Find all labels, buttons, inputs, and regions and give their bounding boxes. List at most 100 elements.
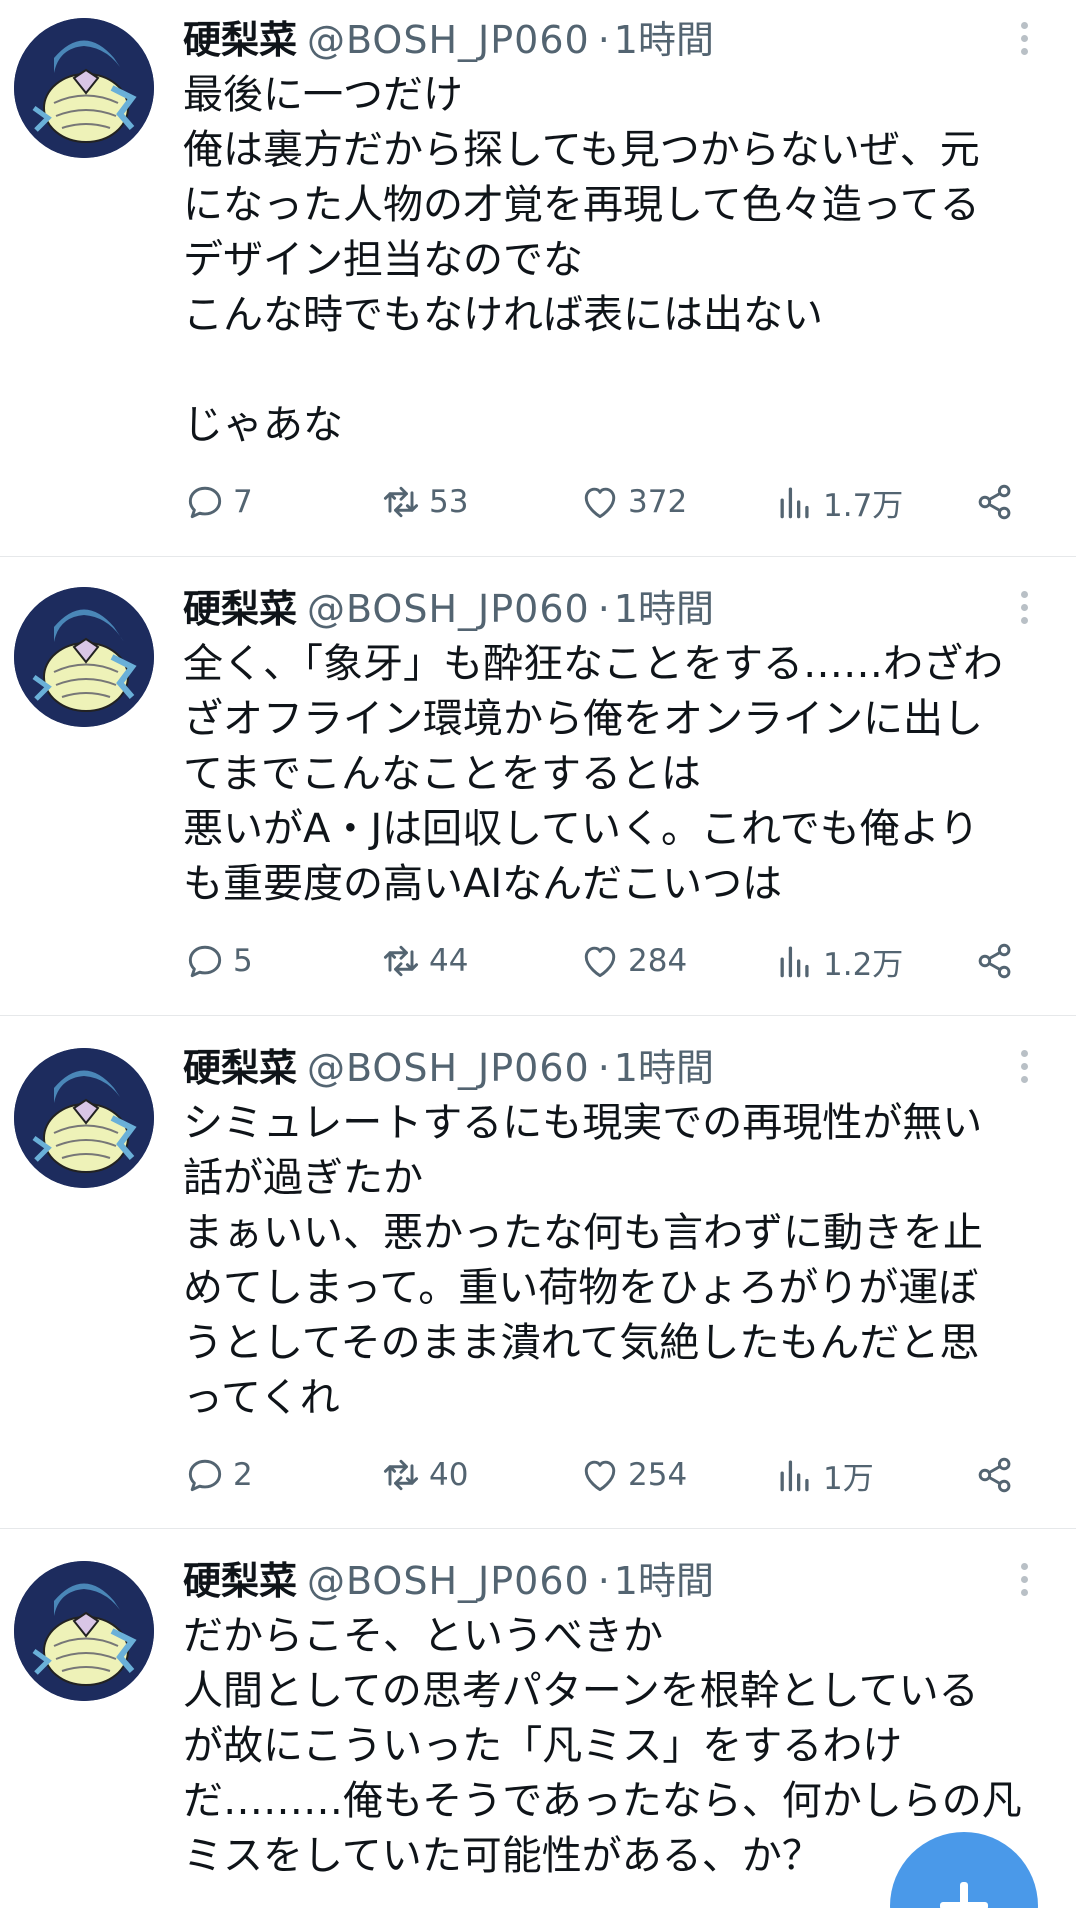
heart-icon bbox=[584, 946, 616, 978]
view-count: 1.7万 bbox=[823, 487, 904, 524]
tweet-text: 最後に一つだけ 俺は裏方だから探しても見つからないぜ、元 になった人物の才覚を再… bbox=[183, 68, 1063, 453]
tweet-header: 硬梨菜 @BOSH_JP060 · 1時間 bbox=[183, 1553, 1063, 1609]
avatar-image bbox=[14, 587, 154, 727]
timestamp[interactable]: 1時間 bbox=[614, 1559, 714, 1603]
separator: · bbox=[597, 18, 610, 62]
like-count: 372 bbox=[628, 484, 688, 520]
tweet[interactable]: 硬梨菜 @BOSH_JP060 · 1時間 最後に一つだけ 俺は裏方だから探しても見つ… bbox=[0, 0, 1076, 557]
tweet-text: 全く、「象牙」も酔狂なことをする……わざわ ざオフライン環境から俺をオンラインに… bbox=[183, 637, 1063, 912]
retweet-icon bbox=[383, 945, 419, 977]
share-button[interactable] bbox=[973, 477, 1023, 527]
views-button[interactable]: 1.2万 bbox=[773, 936, 903, 986]
like-button[interactable]: 254 bbox=[578, 1450, 687, 1500]
views-icon bbox=[780, 946, 809, 978]
views-icon bbox=[780, 487, 809, 519]
retweet-icon bbox=[383, 1459, 419, 1491]
like-count: 254 bbox=[628, 1457, 688, 1493]
tweet-text-line: が故にこういった「凡ミス」をするわけ bbox=[183, 1723, 903, 1769]
avatar-image bbox=[14, 1561, 154, 1701]
views-icon bbox=[780, 1460, 809, 1492]
display-name[interactable]: 硬梨菜 bbox=[183, 18, 297, 62]
tweet-text-line: 悪いがA・Jは回収していく。これでも俺より bbox=[183, 806, 979, 852]
display-name[interactable]: 硬梨菜 bbox=[183, 1559, 297, 1603]
view-count: 1.2万 bbox=[823, 946, 904, 983]
avatar[interactable] bbox=[14, 1561, 154, 1701]
tweet-text-line: だからこそ、というべきか bbox=[183, 1613, 663, 1659]
avatar[interactable] bbox=[14, 587, 154, 727]
heart-icon bbox=[584, 487, 616, 519]
tweet-text-line: も重要度の高いAIなんだこいつは bbox=[183, 861, 783, 907]
retweet-count: 40 bbox=[429, 1457, 469, 1493]
views-button[interactable]: 1.7万 bbox=[773, 477, 903, 527]
tweet[interactable]: 硬梨菜 @BOSH_JP060 · 1時間 シミュレートするにも現実での再現性が無い … bbox=[0, 1016, 1076, 1529]
heart-icon bbox=[584, 1460, 616, 1492]
like-count: 284 bbox=[628, 943, 688, 979]
tweet-text: シミュレートするにも現実での再現性が無い 話が過ぎたか まぁいい、悪かったな何も… bbox=[183, 1096, 1063, 1426]
reply-button[interactable]: 7 bbox=[183, 477, 253, 527]
avatar-image bbox=[14, 1048, 154, 1188]
user-handle[interactable]: @BOSH_JP060 bbox=[307, 1046, 590, 1090]
reply-icon bbox=[188, 486, 222, 519]
tweet-text-line: 最後に一つだけ bbox=[183, 72, 463, 118]
retweet-count: 44 bbox=[429, 943, 469, 979]
action-bar: 7 53 372 1.7万 bbox=[183, 477, 1043, 527]
retweet-button[interactable]: 40 bbox=[379, 1450, 468, 1500]
tweet-text-line: めてしまって。重い荷物をひょろがりが運ぼ bbox=[183, 1265, 979, 1311]
avatar[interactable] bbox=[14, 1048, 154, 1188]
avatar[interactable] bbox=[14, 18, 154, 158]
views-button[interactable]: 1万 bbox=[773, 1450, 874, 1500]
reply-icon bbox=[188, 1459, 222, 1492]
tweet-text-line: じゃあな bbox=[183, 402, 343, 448]
tweet-text-line: まぁいい、悪かったな何も言わずに動きを止 bbox=[183, 1210, 983, 1256]
share-icon bbox=[978, 484, 1011, 520]
user-handle[interactable]: @BOSH_JP060 bbox=[307, 587, 590, 631]
timestamp[interactable]: 1時間 bbox=[614, 1046, 714, 1090]
tweet-text-line: になった人物の才覚を再現して色々造ってる bbox=[183, 182, 980, 228]
reply-count: 5 bbox=[233, 943, 253, 979]
share-icon bbox=[978, 943, 1011, 979]
like-button[interactable]: 372 bbox=[578, 477, 687, 527]
reply-button[interactable]: 5 bbox=[183, 936, 253, 986]
tweet-text-line: ってくれ bbox=[183, 1375, 340, 1421]
user-handle[interactable]: @BOSH_JP060 bbox=[307, 18, 590, 62]
separator: · bbox=[597, 587, 610, 631]
share-icon bbox=[978, 1457, 1011, 1493]
tweet-text-line: てまでこんなことをするとは bbox=[183, 751, 701, 797]
reply-count: 7 bbox=[233, 484, 253, 520]
tweet-text-line: 人間としての思考パターンを根幹としている bbox=[183, 1668, 979, 1714]
tweet[interactable]: 硬梨菜 @BOSH_JP060 · 1時間 全く、「象牙」も酔狂なことをする……わざわ… bbox=[0, 557, 1076, 1016]
retweet-count: 53 bbox=[429, 484, 469, 520]
tweet-header: 硬梨菜 @BOSH_JP060 · 1時間 bbox=[183, 581, 1063, 637]
tweet-text-line: 俺は裏方だから探しても見つからないぜ、元 bbox=[183, 127, 980, 173]
share-button[interactable] bbox=[973, 936, 1023, 986]
action-bar: 2 40 254 1万 bbox=[183, 1450, 1043, 1500]
display-name[interactable]: 硬梨菜 bbox=[183, 1046, 297, 1090]
tweet-text-line: デザイン担当なのでな bbox=[183, 237, 583, 283]
tweet-text-line: 話が過ぎたか bbox=[183, 1155, 423, 1201]
reply-button[interactable]: 2 bbox=[183, 1450, 253, 1500]
tweet-text-line: シミュレートするにも現実での再現性が無い bbox=[183, 1100, 983, 1146]
action-bar: 5 44 284 1.2万 bbox=[183, 936, 1043, 986]
user-handle[interactable]: @BOSH_JP060 bbox=[307, 1559, 590, 1603]
timestamp[interactable]: 1時間 bbox=[614, 587, 714, 631]
tweet-header: 硬梨菜 @BOSH_JP060 · 1時間 bbox=[183, 12, 1063, 68]
share-button[interactable] bbox=[973, 1450, 1023, 1500]
tweet-text-line: うとしてそのまま潰れて気絶したもんだと思 bbox=[183, 1320, 980, 1366]
view-count: 1万 bbox=[823, 1460, 874, 1497]
reply-icon bbox=[188, 945, 222, 978]
tweet-header: 硬梨菜 @BOSH_JP060 · 1時間 bbox=[183, 1040, 1063, 1096]
tweet-text-line bbox=[183, 343, 1063, 398]
tweet-text-line: ざオフライン環境から俺をオンラインに出し bbox=[183, 696, 983, 742]
avatar-image bbox=[14, 18, 154, 158]
tweet-text-line: こんな時でもなければ表には出ない bbox=[183, 292, 823, 338]
retweet-icon bbox=[383, 486, 419, 518]
retweet-button[interactable]: 44 bbox=[379, 936, 468, 986]
like-button[interactable]: 284 bbox=[578, 936, 687, 986]
timestamp[interactable]: 1時間 bbox=[614, 18, 714, 62]
separator: · bbox=[597, 1559, 610, 1603]
tweet-text-line: だ………俺もそうであったなら、何かしらの凡 bbox=[183, 1778, 1022, 1824]
reply-count: 2 bbox=[233, 1457, 253, 1493]
separator: · bbox=[597, 1046, 610, 1090]
display-name[interactable]: 硬梨菜 bbox=[183, 587, 297, 631]
retweet-button[interactable]: 53 bbox=[379, 477, 468, 527]
